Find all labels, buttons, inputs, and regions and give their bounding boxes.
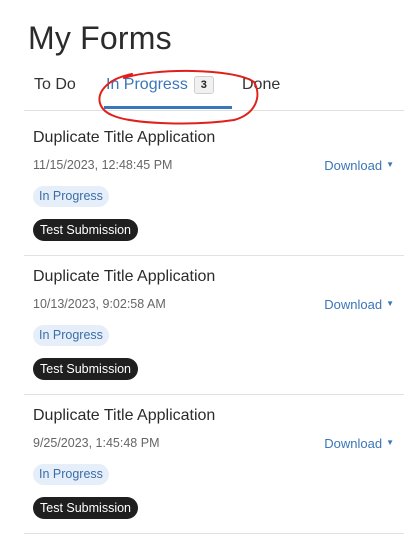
status-badge: In Progress bbox=[33, 186, 109, 207]
tab-done-label: Done bbox=[242, 76, 281, 93]
download-label: Download bbox=[324, 158, 383, 173]
caret-down-icon: ▼ bbox=[386, 438, 394, 448]
form-date: 11/15/2023, 12:48:45 PM bbox=[33, 158, 173, 172]
status-badge: In Progress bbox=[33, 325, 109, 346]
tab-to-do-label: To Do bbox=[34, 76, 76, 93]
tab-to-do[interactable]: To Do bbox=[34, 76, 76, 94]
test-submission-badge: Test Submission bbox=[33, 358, 139, 380]
download-button[interactable]: Download ▼ bbox=[324, 436, 394, 451]
tab-count-badge: 3 bbox=[193, 76, 214, 94]
test-submission-badge: Test Submission bbox=[33, 219, 139, 241]
forms-list: Duplicate Title Application 11/15/2023, … bbox=[24, 117, 404, 534]
tab-bar: To Do In Progress 3 Done bbox=[24, 66, 404, 125]
form-card[interactable]: Duplicate Title Application 11/15/2023, … bbox=[24, 117, 404, 256]
form-title: Duplicate Title Application bbox=[33, 407, 216, 424]
form-date: 10/13/2023, 9:02:58 AM bbox=[33, 297, 166, 311]
caret-down-icon: ▼ bbox=[386, 160, 394, 170]
tab-done[interactable]: Done bbox=[242, 76, 280, 94]
caret-down-icon: ▼ bbox=[386, 299, 394, 309]
form-card[interactable]: Duplicate Title Application 10/13/2023, … bbox=[24, 256, 404, 395]
download-button[interactable]: Download ▼ bbox=[324, 297, 394, 312]
tab-in-progress-label: In Progress bbox=[106, 76, 188, 93]
test-submission-badge: Test Submission bbox=[33, 497, 139, 519]
download-button[interactable]: Download ▼ bbox=[324, 158, 394, 173]
form-title: Duplicate Title Application bbox=[33, 129, 216, 146]
download-label: Download bbox=[324, 436, 383, 451]
form-date: 9/25/2023, 1:45:48 PM bbox=[33, 436, 160, 450]
status-badge: In Progress bbox=[33, 464, 109, 485]
active-tab-indicator bbox=[104, 106, 232, 109]
form-title: Duplicate Title Application bbox=[33, 268, 216, 285]
tab-in-progress[interactable]: In Progress 3 bbox=[106, 76, 214, 94]
page-title: My Forms bbox=[28, 20, 172, 56]
download-label: Download bbox=[324, 297, 383, 312]
form-card[interactable]: Duplicate Title Application 9/25/2023, 1… bbox=[24, 395, 404, 534]
